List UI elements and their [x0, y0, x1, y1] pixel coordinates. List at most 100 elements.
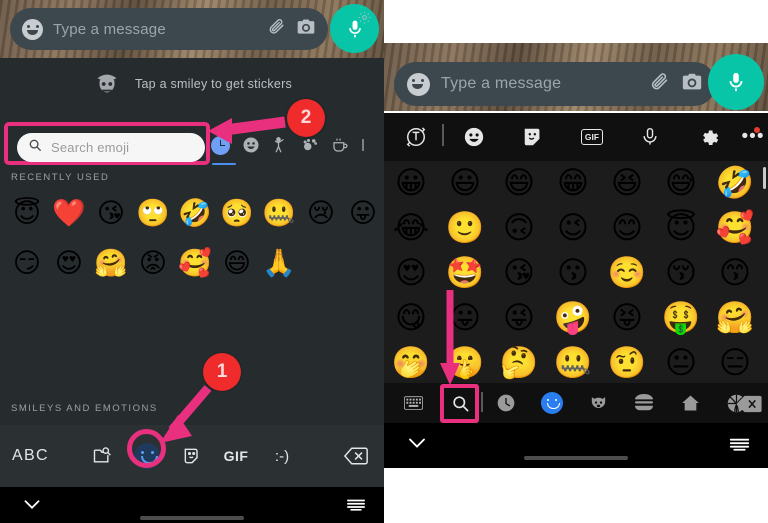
emoji-item[interactable]: 🥰 [708, 206, 762, 251]
smiley-icon[interactable] [407, 72, 430, 96]
emoji-item[interactable]: 🙄 [132, 188, 174, 238]
emoji-item[interactable]: 🙏 [258, 238, 300, 288]
emoji-item[interactable]: 😂 [384, 206, 438, 251]
sticker-hint-row[interactable]: Tap a smiley to get stickers [0, 58, 384, 110]
annotation-badge-2: 2 [287, 99, 325, 137]
emoji-item[interactable]: 😑 [708, 341, 762, 383]
emoji-item[interactable]: 😝 [600, 296, 654, 341]
emoji-item[interactable]: 🤣 [708, 161, 762, 206]
emoji-item[interactable]: 😏 [6, 238, 48, 288]
emoji-item[interactable]: 😛 [438, 296, 492, 341]
translate-button[interactable] [400, 122, 432, 152]
emoji-item[interactable]: 🤩 [438, 251, 492, 296]
emoji-item[interactable]: 😍 [48, 238, 90, 288]
emoji-item[interactable]: 😋 [384, 296, 438, 341]
emoji-item[interactable]: 😍 [384, 251, 438, 296]
emoji-category-tabs[interactable] [206, 130, 384, 165]
search-input[interactable]: Search emoji [17, 133, 205, 162]
emoji-item[interactable]: 🤭 [384, 341, 438, 383]
emoji-item[interactable]: 😙 [708, 251, 762, 296]
emoji-item[interactable]: 🤫 [438, 341, 492, 383]
emoji-item[interactable]: 😀 [384, 161, 438, 206]
category-recent-button[interactable] [491, 390, 521, 416]
emoji-item[interactable]: 😗 [546, 251, 600, 296]
backspace-button[interactable] [336, 436, 376, 476]
emoji-item[interactable]: ☺️ [600, 251, 654, 296]
emoji-item[interactable]: 😃 [438, 161, 492, 206]
gear-icon[interactable] [357, 10, 372, 30]
emoji-scrollbar[interactable] [763, 167, 766, 189]
message-input-bar[interactable]: Type a message [10, 8, 328, 50]
emoji-item[interactable]: 😇 [6, 188, 48, 238]
emoji-item[interactable]: 😊 [600, 206, 654, 251]
cat-tab-people[interactable] [265, 130, 295, 160]
emoji-item[interactable]: 🤪 [546, 296, 600, 341]
emoji-item[interactable]: 😛 [342, 188, 384, 238]
category-animals-button[interactable] [583, 390, 613, 416]
cat-tab-smileys[interactable] [236, 130, 266, 160]
emoji-item[interactable]: 🙂 [438, 206, 492, 251]
emoji-item[interactable]: 😆 [600, 161, 654, 206]
paperclip-icon[interactable] [267, 17, 286, 41]
abc-button[interactable]: ABC [12, 447, 49, 465]
settings-button[interactable] [692, 122, 724, 152]
emoji-item[interactable]: 🤐 [258, 188, 300, 238]
emoji-item[interactable]: 😐 [654, 341, 708, 383]
backspace-button[interactable] [734, 391, 764, 417]
cat-tab-travel[interactable] [354, 130, 384, 160]
emoji-item[interactable]: 🤔 [492, 341, 546, 383]
partial-icon [362, 139, 364, 151]
emoji-item[interactable]: 😚 [654, 251, 708, 296]
category-food-button[interactable] [629, 390, 659, 416]
emoji-item[interactable]: 😢 [300, 188, 342, 238]
sticker-button[interactable] [517, 122, 549, 152]
camera-icon[interactable] [296, 17, 316, 42]
notification-badge [754, 127, 760, 133]
emoji-item[interactable]: 😄 [216, 238, 258, 288]
smileys-section-label: SMILEYS AND EMOTIONS [11, 403, 158, 414]
emoji-item[interactable]: 🥰 [174, 238, 216, 288]
cat-tab-recent[interactable] [206, 130, 236, 165]
emoji-item[interactable]: 🤐 [546, 341, 600, 383]
cat-tab-food-drink[interactable] [325, 130, 355, 160]
emoticon-button[interactable]: :-) [262, 436, 302, 476]
smiley-icon[interactable] [22, 18, 43, 40]
emoji-item[interactable]: 🤣 [174, 188, 216, 238]
emoji-item[interactable]: 😘 [492, 251, 546, 296]
more-options-button[interactable]: ••• [740, 122, 766, 152]
message-input-bar[interactable]: Type a message [394, 62, 716, 106]
gif-button[interactable]: GIF [576, 122, 608, 152]
keyboard-icon[interactable] [729, 437, 750, 456]
emoji-item[interactable]: 🤨 [600, 341, 654, 383]
emoji-button[interactable] [458, 122, 490, 152]
chevron-down-icon[interactable] [406, 436, 428, 455]
emoji-item[interactable]: 🥺 [216, 188, 258, 238]
emoji-item[interactable]: 🤑 [654, 296, 708, 341]
emoji-item[interactable]: 😄 [492, 161, 546, 206]
emoji-item[interactable]: 😇 [654, 206, 708, 251]
camera-icon[interactable] [681, 71, 703, 98]
voice-record-button[interactable] [708, 54, 764, 110]
emoji-item[interactable]: 🤗 [90, 238, 132, 288]
emoji-item[interactable]: 😉 [546, 206, 600, 251]
paperclip-icon[interactable] [649, 71, 670, 97]
emoji-item[interactable]: 😘 [90, 188, 132, 238]
emoji-item[interactable]: 🙃 [492, 206, 546, 251]
emoji-item[interactable]: 🤗 [708, 296, 762, 341]
emoji-item[interactable]: 😡 [132, 238, 174, 288]
chevron-down-icon[interactable] [22, 498, 42, 516]
sticker-button[interactable] [172, 436, 212, 476]
keyboard-switch-button[interactable] [398, 390, 428, 416]
emoji-item[interactable]: 😁 [546, 161, 600, 206]
emoji-grid-panel[interactable]: 😀 😃 😄 😁 😆 😅 🤣 😂 🙂 🙃 😉 😊 😇 🥰 😍 🤩 😘 😗 ☺️ 😚… [384, 161, 768, 383]
category-smileys-button[interactable] [537, 390, 567, 416]
emoji-item[interactable]: 😅 [654, 161, 708, 206]
category-travel-button[interactable] [675, 390, 705, 416]
emoji-item[interactable]: 😜 [492, 296, 546, 341]
voice-input-button[interactable] [634, 122, 666, 152]
keyboard-icon[interactable] [346, 498, 366, 516]
gif-button[interactable]: GIF [216, 436, 256, 476]
recently-used-grid[interactable]: 😇 ❤️ 😘 🙄 🤣 🥺 🤐 😢 😛 😏 😍 🤗 😡 🥰 😄 🙏 [6, 188, 384, 288]
image-search-button[interactable] [82, 436, 122, 476]
emoji-item[interactable]: ❤️ [48, 188, 90, 238]
